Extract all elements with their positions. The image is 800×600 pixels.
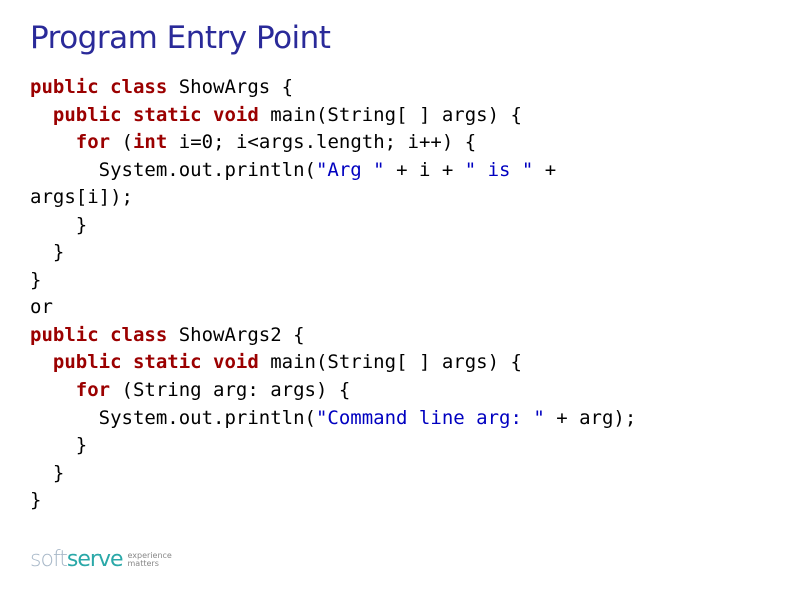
code-text: ( <box>110 131 133 153</box>
code-text: } <box>30 489 41 511</box>
logo-tagline: experience matters <box>128 552 172 568</box>
code-text: ShowArgs2 { <box>167 324 304 346</box>
string-literal: "Arg " <box>316 159 385 181</box>
code-text: } <box>30 434 87 456</box>
logo-part-soft: soft <box>30 547 67 572</box>
code-text: } <box>30 269 41 291</box>
keyword: for <box>76 131 110 153</box>
code-text: + i + <box>385 159 465 181</box>
code-text: or <box>30 296 53 318</box>
keyword: public static void <box>53 351 259 373</box>
code-text: } <box>30 462 64 484</box>
code-text: main(String[ ] args) { <box>259 104 522 126</box>
code-text: + <box>533 159 556 181</box>
code-text: + arg); <box>545 407 637 429</box>
code-text: main(String[ ] args) { <box>259 351 522 373</box>
keyword: public static void <box>53 104 259 126</box>
logo-part-serve: serve <box>67 547 123 572</box>
keyword: int <box>133 131 167 153</box>
code-block: public class ShowArgs { public static vo… <box>30 74 770 515</box>
tagline-bot: matters <box>128 560 172 568</box>
code-text: args[i]); <box>30 186 133 208</box>
code-text: System.out.println( <box>30 407 316 429</box>
keyword: public class <box>30 76 167 98</box>
page-title: Program Entry Point <box>30 20 770 56</box>
footer-logo: softserve experience matters <box>30 547 172 572</box>
string-literal: "Command line arg: " <box>316 407 545 429</box>
code-text: ShowArgs { <box>167 76 293 98</box>
keyword: for <box>76 379 110 401</box>
code-text: (String arg: args) { <box>110 379 350 401</box>
keyword: public class <box>30 324 167 346</box>
code-text: System.out.println( <box>30 159 316 181</box>
code-text: } <box>30 241 64 263</box>
code-text: i=0; i<args.length; i++) { <box>167 131 476 153</box>
string-literal: " is " <box>465 159 534 181</box>
slide-container: Program Entry Point public class ShowArg… <box>0 0 800 525</box>
code-text: } <box>30 214 87 236</box>
